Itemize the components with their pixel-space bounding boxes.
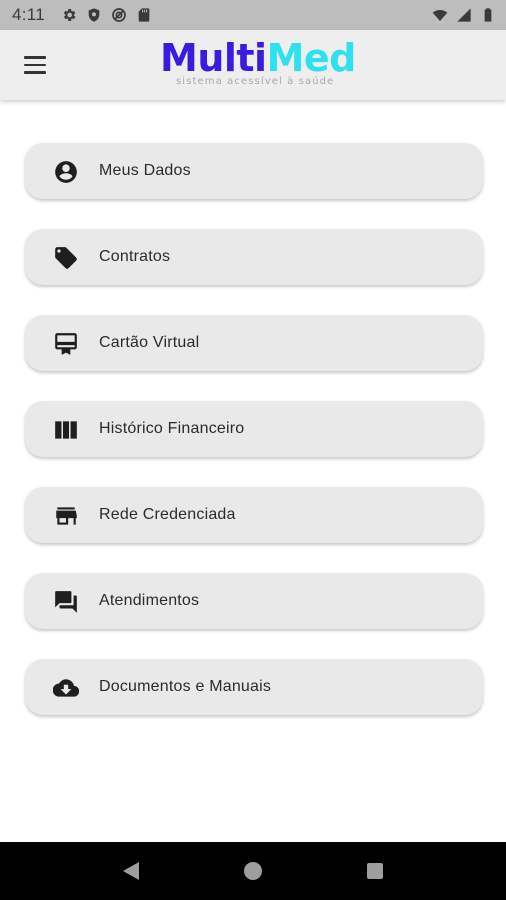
app-logo: Multi Med sistema acessível à saúde [160,36,356,96]
vpn-icon [112,8,126,22]
menu-item-rede-credenciada[interactable]: Rede Credenciada [25,487,483,543]
settings-icon [63,9,76,21]
menu-item-documentos-e-manuais[interactable]: Documentos e Manuais [25,659,483,715]
status-notification-icons [61,7,152,23]
home-glyph [244,862,262,880]
forum-icon [53,589,79,615]
store-icon [53,503,79,529]
menu-item-historico-financeiro[interactable]: Histórico Financeiro [25,401,483,457]
back-glyph [123,862,139,880]
menu-item-label: Documentos e Manuais [99,678,272,695]
hamburger-menu-icon[interactable] [18,50,52,80]
recent-apps-glyph [367,863,383,879]
menu-line [24,71,46,74]
shield-icon [88,8,100,22]
main-menu: Meus Dados Contratos Cartão Virtual Hist… [25,143,483,745]
menu-item-label: Contratos [99,248,171,265]
back-icon[interactable] [111,851,151,891]
recent-apps-icon[interactable] [355,851,395,891]
menu-item-label: Rede Credenciada [99,506,236,523]
view-column-icon [53,417,79,443]
menu-line [24,56,46,59]
menu-line [24,63,46,67]
system-nav-bar [0,842,506,900]
wifi-icon [432,10,448,21]
menu-item-label: Histórico Financeiro [99,420,245,437]
menu-item-label: Meus Dados [99,162,191,179]
status-bar: 4:11 [0,0,506,30]
account-circle-icon [53,159,79,185]
battery-icon [484,8,492,22]
menu-item-cartao-virtual[interactable]: Cartão Virtual [25,315,483,371]
logo-text-med: Med [266,36,357,80]
cloud-download-icon [53,675,79,701]
menu-item-label: Cartão Virtual [99,334,200,351]
signal-icon [457,8,471,22]
home-icon[interactable] [233,851,273,891]
status-system-icons [432,7,496,23]
menu-item-label: Atendimentos [99,592,200,609]
card-membership-icon [53,331,79,357]
sd-card-icon [138,8,150,22]
logo-text-multi: Multi [160,36,267,80]
menu-item-contratos[interactable]: Contratos [25,229,483,285]
menu-item-meus-dados[interactable]: Meus Dados [25,143,483,199]
status-time: 4:11 [12,5,46,24]
logo-title: Multi Med [160,36,356,80]
menu-item-atendimentos[interactable]: Atendimentos [25,573,483,629]
logo-tagline: sistema acessível à saúde [176,76,335,87]
tag-icon [53,245,79,271]
app-bar: Multi Med sistema acessível à saúde [0,30,506,100]
